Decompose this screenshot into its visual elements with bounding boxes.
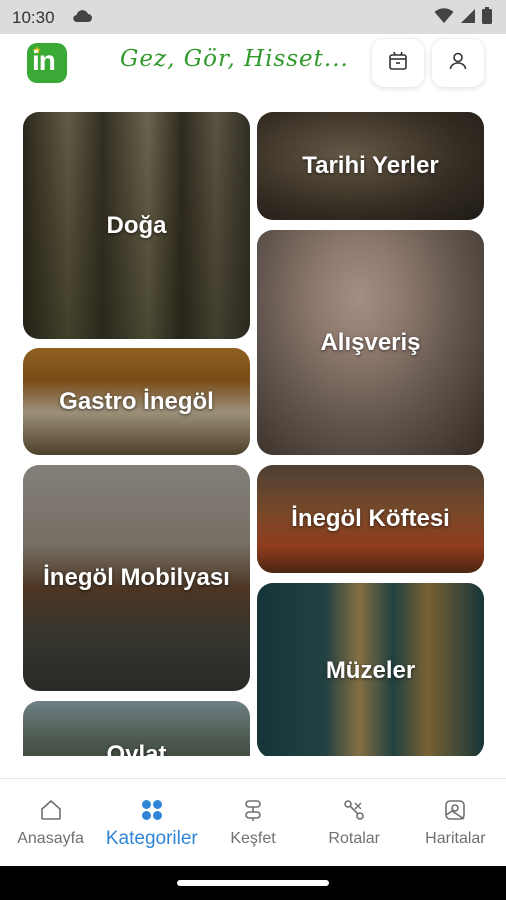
nav-item-kategoriler[interactable]: Kategoriler xyxy=(101,779,202,866)
tickets-button[interactable] xyxy=(372,39,424,87)
app-screen: 10:30 in Gez, Gör, Hisset... Doğa Tarihi… xyxy=(0,0,506,900)
cloud-icon xyxy=(72,9,92,28)
gesture-bar xyxy=(0,866,506,900)
user-icon xyxy=(447,50,469,77)
category-label: Tarihi Yerler xyxy=(302,152,439,179)
nav-item-rotalar[interactable]: Rotalar xyxy=(304,779,405,866)
category-label: Doğa xyxy=(106,211,167,239)
category-card-inegol-mobilyasi[interactable]: İnegöl Mobilyası xyxy=(23,465,250,691)
category-card-muzeler[interactable]: Müzeler xyxy=(257,583,484,756)
home-gesture-handle[interactable] xyxy=(177,880,329,886)
battery-icon xyxy=(482,7,492,29)
category-card-gastro-inegol[interactable]: Gastro İnegöl xyxy=(23,348,250,455)
nav-item-kesfet[interactable]: Keşfet xyxy=(202,779,303,866)
category-card-alisveris[interactable]: Alışveriş xyxy=(257,230,484,455)
nav-label: Rotalar xyxy=(328,830,380,847)
home-icon xyxy=(38,797,64,823)
category-card-inegol-koftesi[interactable]: İnegöl Köftesi xyxy=(257,465,484,573)
category-grid[interactable]: Doğa Tarihi Yerler Alışveriş Gastro İneg… xyxy=(0,94,506,756)
nav-label: Keşfet xyxy=(230,830,276,847)
category-label: Müzeler xyxy=(325,656,416,684)
category-label: Alışveriş xyxy=(320,328,421,356)
category-label: İnegöl Köftesi xyxy=(291,505,450,532)
category-card-doga[interactable]: Doğa xyxy=(23,112,250,339)
signal-icon xyxy=(460,8,476,29)
logo-text: in xyxy=(32,45,56,76)
discover-icon xyxy=(240,797,266,823)
profile-button[interactable] xyxy=(432,39,484,87)
category-card-oylat[interactable]: Oylat xyxy=(23,701,250,756)
nav-label: Kategoriler xyxy=(105,828,198,849)
grid-icon xyxy=(139,797,165,823)
app-header: in Gez, Gör, Hisset... xyxy=(0,34,506,94)
nav-label: Anasayfa xyxy=(17,830,84,847)
ticket-icon xyxy=(387,50,409,77)
category-label: İnegöl Mobilyası xyxy=(43,564,230,591)
wifi-icon xyxy=(434,7,454,29)
nav-item-anasayfa[interactable]: Anasayfa xyxy=(0,779,101,866)
status-bar: 10:30 xyxy=(0,0,506,34)
category-label: Oylat xyxy=(106,741,167,756)
bottom-nav: Anasayfa Kategoriler Keşfet Rotalar Hari… xyxy=(0,778,506,866)
status-icons xyxy=(434,7,492,29)
category-card-tarihi-yerler[interactable]: Tarihi Yerler xyxy=(257,112,484,220)
nav-item-haritalar[interactable]: Haritalar xyxy=(405,779,506,866)
app-logo[interactable]: in xyxy=(27,43,67,83)
nav-label: Haritalar xyxy=(425,830,486,847)
route-icon xyxy=(341,797,367,823)
category-label: Gastro İnegöl xyxy=(59,387,214,415)
map-icon xyxy=(442,797,468,823)
status-time: 10:30 xyxy=(12,8,55,27)
slogan: Gez, Gör, Hisset... xyxy=(120,46,349,72)
